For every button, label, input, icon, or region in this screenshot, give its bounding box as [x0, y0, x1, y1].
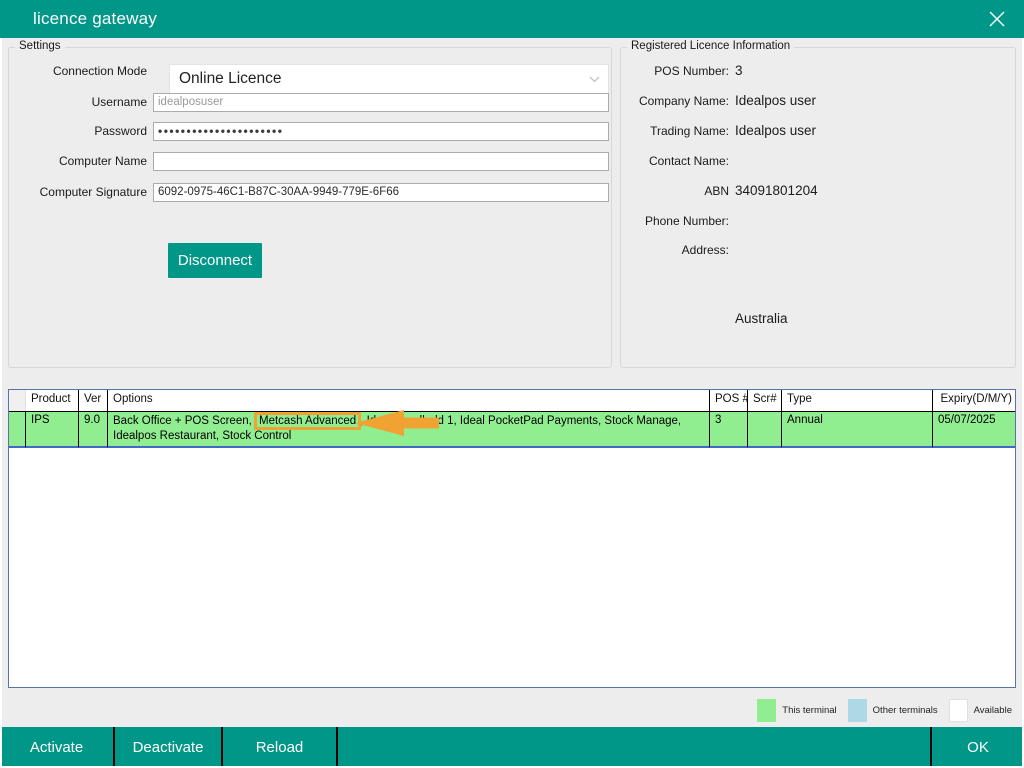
table-corner-cell	[9, 390, 26, 411]
reload-button[interactable]: Reload	[223, 727, 336, 768]
licence-info-group-label: Registered Licence Information	[627, 40, 794, 52]
computer-signature-row: Computer Signature 6092-0975-46C1-B87C-3…	[9, 183, 611, 202]
connection-mode-row: Connection Mode Online Licence	[9, 56, 611, 86]
licence-table: Product Ver Options POS # Scr# Type Expi…	[8, 389, 1016, 688]
table-row[interactable]: IPS 9.0 Back Office + POS Screen, Metcas…	[9, 412, 1015, 448]
ok-button[interactable]: OK	[932, 727, 1024, 768]
legend-available-swatch	[949, 699, 968, 722]
connection-mode-select[interactable]: Online Licence	[169, 64, 609, 94]
terminal-legend: This terminal Other terminals Available	[757, 697, 1014, 723]
options-highlight-box: Metcash Advanced	[254, 412, 361, 430]
window-title: licence gateway	[33, 9, 157, 29]
chevron-down-icon	[589, 76, 600, 83]
header-expiry[interactable]: Expiry(D/M/Y)	[933, 390, 1015, 411]
activate-button[interactable]: Activate	[0, 727, 113, 768]
cell-product: IPS	[26, 412, 79, 448]
title-bar: licence gateway	[0, 0, 1024, 38]
legend-this-terminal-label: This terminal	[782, 705, 836, 716]
country-value: Australia	[735, 311, 788, 326]
password-input[interactable]: ••••••••••••••••••••••	[153, 122, 609, 141]
legend-other-terminals-swatch	[848, 699, 867, 722]
abn-value: 34091801204	[735, 183, 818, 198]
close-button[interactable]	[982, 6, 1012, 32]
computer-signature-input[interactable]: 6092-0975-46C1-B87C-30AA-9949-779E-6F66	[153, 183, 609, 202]
settings-group-label: Settings	[15, 40, 65, 52]
cell-pos: 3	[710, 412, 748, 448]
contact-name-label: Contact Name:	[621, 154, 729, 168]
header-product[interactable]: Product	[26, 390, 79, 411]
company-name-label: Company Name:	[621, 94, 729, 108]
phone-number-label: Phone Number:	[621, 214, 729, 228]
pos-number-value: 3	[735, 63, 743, 78]
computer-name-row: Computer Name	[9, 152, 611, 171]
password-row: Password ••••••••••••••••••••••	[9, 122, 611, 141]
window-frame-left	[0, 38, 2, 768]
cell-options: Back Office + POS Screen, Metcash Advanc…	[108, 412, 710, 448]
connection-mode-label: Connection Mode	[9, 56, 147, 86]
deactivate-button[interactable]: Deactivate	[115, 727, 221, 768]
row-header-cell	[9, 412, 26, 448]
computer-signature-label: Computer Signature	[9, 183, 147, 202]
password-label: Password	[9, 122, 147, 141]
cell-ver: 9.0	[79, 412, 108, 448]
computer-name-input[interactable]	[153, 152, 609, 171]
computer-name-label: Computer Name	[9, 152, 147, 171]
bottom-bar-spacer	[338, 727, 930, 768]
settings-group: Settings Connection Mode Online Licence …	[8, 47, 612, 368]
cell-expiry: 05/07/2025	[933, 412, 1015, 448]
cell-scr	[748, 412, 782, 448]
licence-info-group: Registered Licence Information POS Numbe…	[620, 47, 1016, 368]
legend-this-terminal-swatch	[757, 699, 776, 722]
disconnect-button[interactable]: Disconnect	[168, 243, 262, 278]
trading-name-label: Trading Name:	[621, 124, 729, 138]
legend-other-terminals-label: Other terminals	[873, 705, 938, 716]
connection-mode-value: Online Licence	[179, 70, 282, 88]
company-name-value: Idealpos user	[735, 93, 816, 108]
header-type[interactable]: Type	[782, 390, 933, 411]
licence-gateway-window: licence gateway Settings Connection Mode…	[0, 0, 1024, 768]
options-text-before: Back Office + POS Screen,	[113, 415, 255, 427]
cell-type: Annual	[782, 412, 933, 448]
username-row: Username idealposuser	[9, 93, 611, 112]
username-input[interactable]: idealposuser	[153, 93, 609, 112]
abn-label: ABN	[621, 184, 729, 198]
header-scr[interactable]: Scr#	[748, 390, 782, 411]
table-header-row: Product Ver Options POS # Scr# Type Expi…	[9, 390, 1015, 412]
trading-name-value: Idealpos user	[735, 123, 816, 138]
legend-available-label: Available	[974, 705, 1012, 716]
username-label: Username	[9, 93, 147, 112]
header-pos[interactable]: POS #	[710, 390, 748, 411]
address-label: Address:	[621, 243, 729, 257]
bottom-action-bar: Activate Deactivate Reload OK	[0, 727, 1024, 768]
close-icon	[987, 9, 1007, 29]
header-options[interactable]: Options	[108, 390, 710, 411]
pos-number-label: POS Number:	[621, 64, 729, 78]
header-ver[interactable]: Ver	[79, 390, 108, 411]
